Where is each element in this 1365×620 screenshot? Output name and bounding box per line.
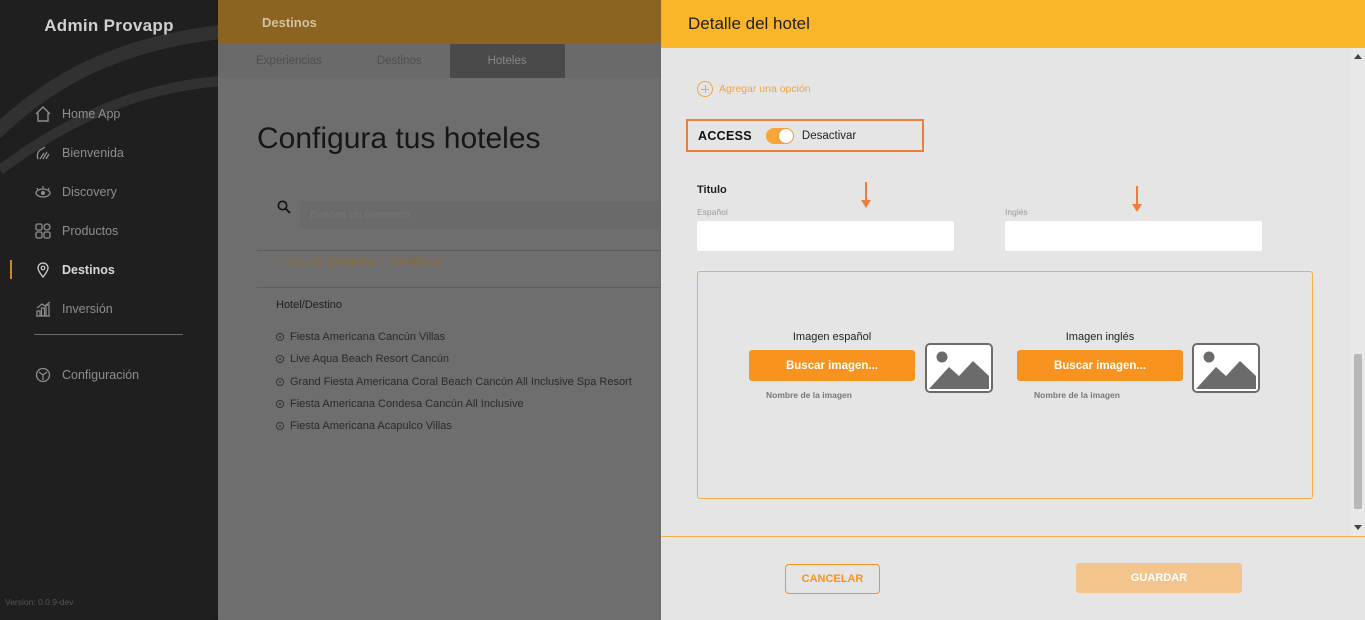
expand-icon[interactable] xyxy=(276,377,284,386)
main-content: Destinos Experiencias Destinos Hoteles C… xyxy=(218,0,661,620)
home-icon xyxy=(34,105,52,123)
search-input[interactable] xyxy=(300,201,661,229)
sidebar-item-label: Configuración xyxy=(62,367,140,382)
search-image-espanol-button[interactable]: Buscar imagen... xyxy=(749,350,915,381)
hotel-detail-panel: Detalle del hotel Agregar una opción ACC… xyxy=(661,0,1365,620)
panel-scrollbar[interactable] xyxy=(1351,48,1365,536)
titulo-espanol-input[interactable] xyxy=(697,221,954,251)
sidebar-nav: Home App Bienvenida Discovery Productos … xyxy=(0,94,218,394)
sidebar-item-destinos[interactable]: Destinos xyxy=(0,250,218,289)
bar-chart-icon xyxy=(34,300,52,318)
panel-body: Agregar una opción ACCESS Desactivar Tit… xyxy=(661,48,1351,536)
sidebar-item-label: Productos xyxy=(62,223,119,238)
eye-icon xyxy=(34,183,52,201)
expand-icon[interactable] xyxy=(276,333,284,342)
welcome-icon xyxy=(34,144,52,162)
expand-icon[interactable] xyxy=(276,422,284,431)
panel-title: Detalle del hotel xyxy=(688,14,810,33)
scroll-up-icon[interactable] xyxy=(1354,54,1362,59)
search-image-ingles-button[interactable]: Buscar imagen... xyxy=(1017,350,1183,381)
field-label-ingles: Inglés xyxy=(1005,207,1028,217)
image-placeholder-icon[interactable] xyxy=(925,343,993,393)
field-label-espanol: Español xyxy=(697,207,728,217)
grid-icon xyxy=(34,222,52,240)
list-item[interactable]: Fiesta Americana Acapulco Villas xyxy=(276,415,632,437)
tab-destinos[interactable]: Destinos xyxy=(360,44,450,78)
annotation-arrow xyxy=(1132,186,1142,212)
cancel-button[interactable]: CANCELAR xyxy=(785,564,880,594)
access-toggle-row: ACCESS Desactivar xyxy=(686,119,924,152)
list-item[interactable]: Grand Fiesta Americana Coral Beach Cancú… xyxy=(276,371,632,393)
divider xyxy=(257,287,661,288)
image-espanol-name: Nombre de la imagen xyxy=(766,390,852,400)
access-toggle[interactable] xyxy=(765,127,794,144)
search-icon xyxy=(277,200,291,219)
expand-icon[interactable] xyxy=(276,400,284,409)
list-item[interactable]: Fiesta Americana Condesa Cancún All Incl… xyxy=(276,393,632,415)
sidebar-divider xyxy=(34,334,183,335)
sidebar-item-configuracion[interactable]: Configuración xyxy=(0,355,218,394)
sidebar-item-label: Inversión xyxy=(62,301,113,316)
toggle-label: Desactivar xyxy=(801,129,857,142)
sidebar-item-label: Destinos xyxy=(62,262,115,277)
sidebar: Admin Provapp Home App Bienvenida Discov… xyxy=(0,0,218,620)
save-button[interactable]: GUARDAR xyxy=(1076,563,1242,593)
hotel-list: Fiesta Americana Cancún Villas Live Aqua… xyxy=(276,326,632,437)
divider xyxy=(257,250,661,251)
sidebar-item-productos[interactable]: Productos xyxy=(0,211,218,250)
annotation-arrow xyxy=(861,182,871,208)
list-item[interactable]: Fiesta Americana Cancún Villas xyxy=(276,326,632,348)
titulo-ingles-input[interactable] xyxy=(1005,221,1262,251)
sidebar-item-discovery[interactable]: Discovery xyxy=(0,172,218,211)
scrollbar-thumb[interactable] xyxy=(1354,354,1362,509)
panel-header: Detalle del hotel xyxy=(661,0,1365,48)
expand-icon[interactable] xyxy=(276,355,284,364)
image-espanol-title: Imagen español xyxy=(792,331,872,343)
app-brand: Admin Provapp xyxy=(44,16,174,35)
image-placeholder-icon[interactable] xyxy=(1192,343,1260,393)
sidebar-item-home-app[interactable]: Home App xyxy=(0,94,218,133)
tab-hoteles[interactable]: Hoteles xyxy=(449,44,565,78)
image-upload-section: Imagen español Buscar imagen... Nombre d… xyxy=(697,271,1313,499)
section-header: Destinos xyxy=(218,0,661,44)
settings-icon xyxy=(34,366,52,384)
tab-bar: Experiencias Destinos Hoteles xyxy=(218,44,661,78)
panel-footer: CANCELAR GUARDAR xyxy=(661,536,1365,620)
tab-experiencias[interactable]: Experiencias xyxy=(218,44,360,78)
scroll-down-icon[interactable] xyxy=(1354,525,1362,530)
add-option-label: Agregar una opción xyxy=(719,83,811,95)
sidebar-item-bienvenida[interactable]: Bienvenida xyxy=(0,133,218,172)
page-title: Configura tus hoteles xyxy=(257,122,541,155)
image-ingles-title: Imagen inglés xyxy=(1065,331,1135,343)
sidebar-item-label: Bienvenida xyxy=(62,145,124,160)
titulo-label: Titulo xyxy=(697,184,727,196)
list-title: Lista de Hoteles / Destinos xyxy=(276,253,443,269)
list-item[interactable]: Live Aqua Beach Resort Cancún xyxy=(276,348,632,370)
sidebar-item-label: Home App xyxy=(62,106,121,121)
column-header: Hotel/Destino xyxy=(276,299,343,311)
app-version: Version: 0.0.9-dev xyxy=(5,597,74,607)
add-option-button[interactable]: Agregar una opción xyxy=(697,81,811,97)
sidebar-item-label: Discovery xyxy=(62,184,117,199)
add-circle-icon xyxy=(697,81,713,97)
location-pin-icon xyxy=(34,261,52,279)
section-title: Destinos xyxy=(262,14,317,30)
access-label: ACCESS xyxy=(698,128,752,143)
image-ingles-name: Nombre de la imagen xyxy=(1034,390,1120,400)
sidebar-item-inversion[interactable]: Inversión xyxy=(0,289,218,328)
